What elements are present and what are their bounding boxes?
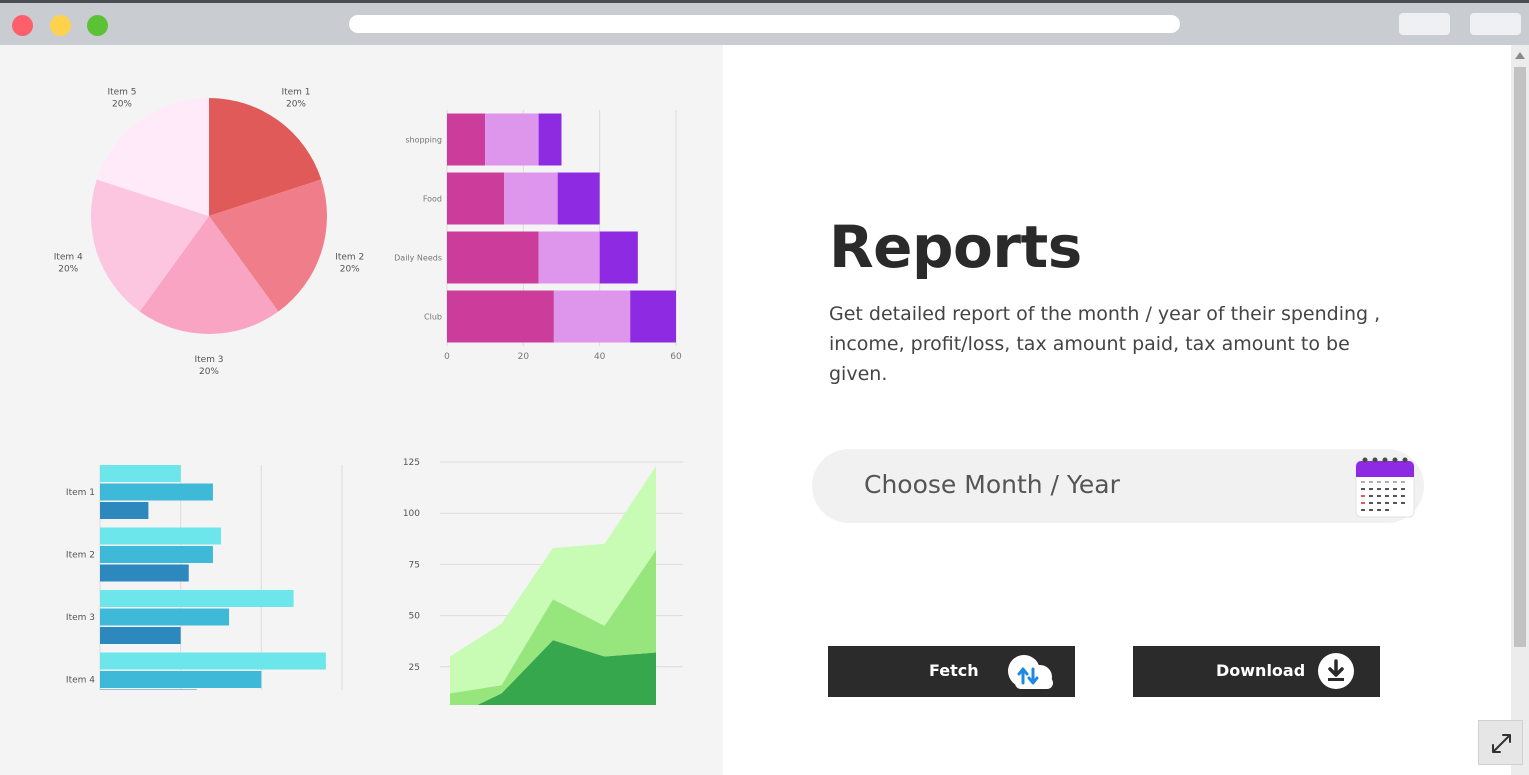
y-category-label: Item 2 <box>66 551 95 561</box>
pie-slice-value-label: 20% <box>112 99 132 109</box>
grouped-bar-chart: 0102030Item 1Item 2Item 3Item 4 <box>55 410 365 690</box>
x-tick-label: 40 <box>594 352 606 362</box>
grouped-bar <box>100 502 149 519</box>
download-icon <box>1318 653 1354 689</box>
stacked-bar-chart: 0 20 40 60 shopping Food Daily Needs Club <box>385 100 700 370</box>
grouped-bar <box>100 590 294 607</box>
stacked-bar-segment <box>553 290 631 343</box>
toolbar-button-2[interactable] <box>1470 13 1521 35</box>
pie-slice-label: Item 1 <box>281 87 310 97</box>
cloud-sync-icon <box>1008 655 1053 689</box>
y-category-label: Daily Needs <box>394 254 442 263</box>
scroll-up-arrow-icon[interactable] <box>1515 52 1525 59</box>
pie-chart-svg: Item 1 20% Item 2 20% Item 3 20% Item 4 20% Item… <box>54 87 365 375</box>
stacked-bar-segment <box>504 172 558 225</box>
y-category-label: Item 1 <box>66 488 95 498</box>
y-tick-label: 25 <box>409 663 420 673</box>
fetch-button-label: Fetch <box>929 661 979 680</box>
stacked-bar-segment <box>599 231 638 284</box>
expand-icon <box>1492 734 1511 753</box>
stacked-bar-chart-svg: 0 20 40 60 shopping Food Daily Needs Club <box>394 110 682 362</box>
stacked-bar-segment <box>447 113 486 166</box>
address-bar[interactable] <box>349 15 1180 33</box>
download-button-label: Download <box>1216 661 1306 680</box>
grouped-bar-chart-svg: 0102030Item 1Item 2Item 3Item 4 <box>66 465 343 690</box>
x-tick-label: 60 <box>670 352 682 362</box>
y-tick-label: 100 <box>403 509 420 519</box>
toolbar-button-1[interactable] <box>1399 13 1450 35</box>
page-content: Item 1 20% Item 2 20% Item 3 20% Item 4 20% Item… <box>0 45 1529 775</box>
maximize-window-button[interactable] <box>87 15 108 36</box>
stacked-bar-segment <box>557 172 600 225</box>
calendar-icon[interactable] <box>1354 455 1416 519</box>
y-category-label: shopping <box>405 136 442 145</box>
pie-chart: Item 1 20% Item 2 20% Item 3 20% Item 4 20% Item… <box>40 85 380 375</box>
stacked-bar-segment <box>538 113 562 166</box>
area-chart: 0255075100125Item 1Item 2Item 3Item 4Ite… <box>385 405 700 705</box>
y-category-label: Item 3 <box>66 613 95 623</box>
y-category-label: Club <box>424 313 442 322</box>
pie-slice-label: Item 4 <box>54 253 83 263</box>
y-category-label: Item 4 <box>66 676 95 686</box>
pie-slice-label: Item 5 <box>107 87 136 97</box>
x-tick-label: 0 <box>444 352 450 362</box>
month-year-picker[interactable]: Choose Month / Year <box>812 449 1424 523</box>
scrollbar-thumb[interactable] <box>1514 67 1526 647</box>
y-tick-label: 125 <box>403 458 420 468</box>
pie-slice-value-label: 20% <box>286 99 306 109</box>
grouped-bar <box>100 483 213 501</box>
grouped-bar <box>100 465 181 482</box>
stacked-bar-segment <box>447 172 505 225</box>
page-description: Get detailed report of the month / year … <box>829 303 1381 385</box>
download-button[interactable]: Download <box>1133 646 1380 697</box>
stacked-bar-segment <box>630 290 676 343</box>
pie-slice-value-label: 20% <box>58 265 78 275</box>
grouped-bar <box>100 546 213 563</box>
grouped-bar <box>100 689 197 690</box>
expand-button[interactable] <box>1478 720 1523 765</box>
fetch-button[interactable]: Fetch <box>828 646 1075 697</box>
grouped-bar <box>100 652 326 670</box>
page-title: Reports <box>829 213 1082 281</box>
grouped-bar <box>100 608 230 626</box>
browser-titlebar <box>0 0 1529 45</box>
charts-panel: Item 1 20% Item 2 20% Item 3 20% Item 4 20% Item… <box>0 45 723 775</box>
grouped-bar <box>100 671 262 688</box>
pie-slice-value-label: 20% <box>199 367 219 375</box>
browser-window: Item 1 20% Item 2 20% Item 3 20% Item 4 20% Item… <box>0 0 1529 775</box>
stacked-bar-segment <box>447 231 539 284</box>
pie-slice-label: Item 2 <box>335 253 364 263</box>
page-scrollbar[interactable] <box>1511 45 1529 775</box>
stacked-bar-segment <box>447 290 554 343</box>
stacked-bar-segment <box>538 231 600 284</box>
stacked-bar-segment <box>485 113 539 166</box>
x-tick-label: 20 <box>518 352 530 362</box>
month-year-placeholder: Choose Month / Year <box>864 470 1120 499</box>
y-tick-label: 75 <box>409 560 420 570</box>
grouped-bar <box>100 564 189 582</box>
grouped-bar <box>100 527 221 545</box>
grouped-bar <box>100 627 181 644</box>
pie-slice-value-label: 20% <box>340 265 360 275</box>
y-tick-label: 50 <box>409 612 421 622</box>
close-window-button[interactable] <box>12 15 33 36</box>
minimize-window-button[interactable] <box>50 15 71 36</box>
area-chart-svg: 0255075100125Item 1Item 2Item 3Item 4Ite… <box>403 458 683 705</box>
y-category-label: Food <box>423 195 442 204</box>
pie-slice-label: Item 3 <box>194 355 223 365</box>
